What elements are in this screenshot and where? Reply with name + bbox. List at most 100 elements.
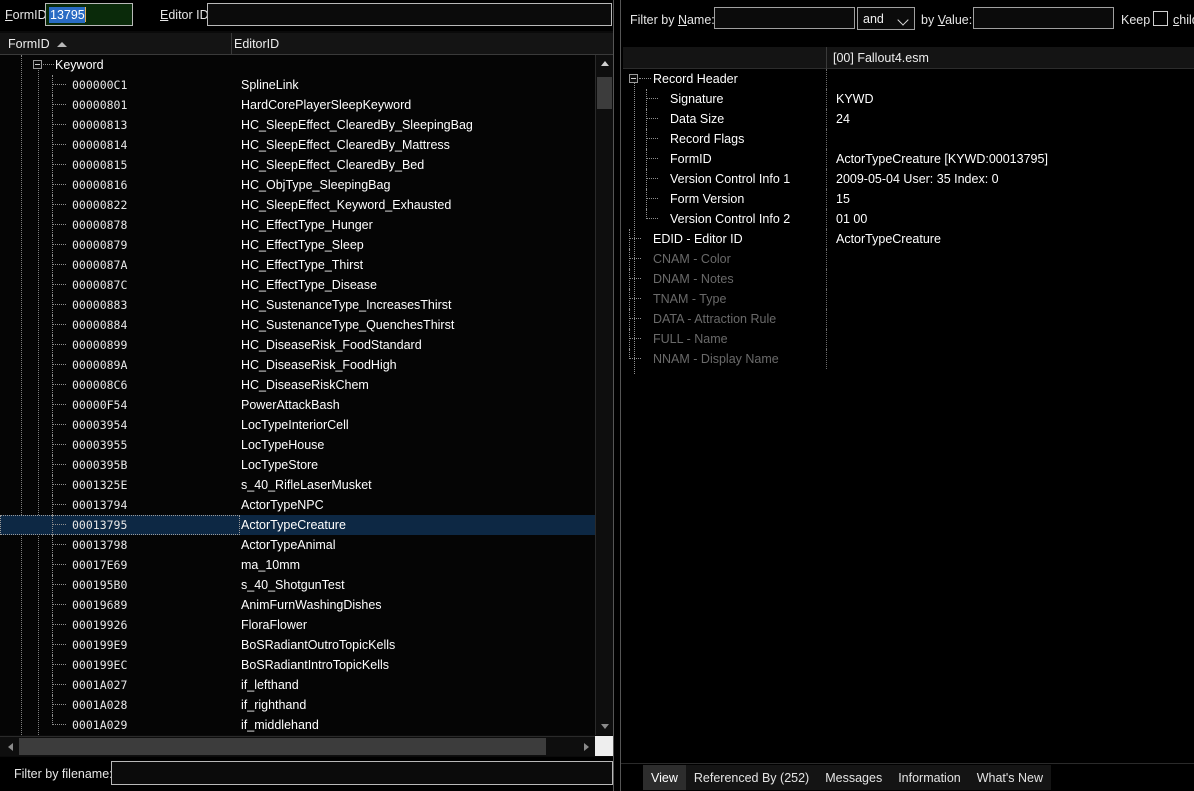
record-tree-list[interactable]: Keyword 000000C1 SplineLink 00000801 HardCo… [0, 55, 595, 735]
table-row[interactable]: 00019926 FloraFlower [0, 615, 595, 635]
detail-row[interactable]: Version Control Info 2 01 00 [623, 209, 1194, 229]
detail-row[interactable]: Version Control Info 1 2009-05-04 User: 3… [623, 169, 1194, 189]
keep-child-checkbox[interactable] [1153, 11, 1168, 26]
column-divider[interactable] [231, 33, 232, 55]
table-row[interactable]: 000008C6 HC_DiseaseRiskChem [0, 375, 595, 395]
scroll-left-arrow-icon[interactable] [2, 737, 19, 756]
table-row[interactable]: 000199E9 BoSRadiantOutroTopicKells [0, 635, 595, 655]
table-row[interactable]: 000199EC BoSRadiantIntroTopicKells [0, 655, 595, 675]
table-row[interactable]: 00003954 LocTypeInteriorCell [0, 415, 595, 435]
table-row[interactable]: 00000813 HC_SleepEffect_ClearedBy_Sleepin… [0, 115, 595, 135]
table-row[interactable]: 00000822 HC_SleepEffect_Keyword_Exhausted [0, 195, 595, 215]
cell-formid: 00003954 [72, 418, 128, 432]
editorid-input[interactable] [207, 3, 612, 26]
table-row[interactable]: 00000801 HardCorePlayerSleepKeyword [0, 95, 595, 115]
tree-dash [52, 364, 66, 366]
column-divider [826, 169, 827, 189]
table-row[interactable]: 00000816 HC_ObjType_SleepingBag [0, 175, 595, 195]
tab-view[interactable]: View [643, 765, 686, 790]
table-row[interactable]: 00013794 ActorTypeNPC [0, 495, 595, 515]
detail-row[interactable]: Record Header [623, 69, 1194, 89]
table-row[interactable]: 0001A029 if_middlehand [0, 715, 595, 735]
table-row[interactable]: 000195B0 s_40_ShotgunTest [0, 575, 595, 595]
cell-formid: 0001325E [72, 478, 128, 492]
column-divider [826, 329, 827, 349]
bottom-tab-bar[interactable]: View Referenced By (252) Messages Informati… [621, 763, 1194, 791]
table-row[interactable]: 000000C1 SplineLink [0, 75, 595, 95]
detail-row[interactable]: Record Flags [623, 129, 1194, 149]
table-row[interactable]: 00000878 HC_EffectType_Hunger [0, 215, 595, 235]
tree-group-row[interactable]: Keyword [0, 55, 595, 75]
detail-row-label: Signature [670, 92, 724, 106]
table-row[interactable]: 00000899 HC_DiseaseRisk_FoodStandard [0, 335, 595, 355]
column-header-editorid[interactable]: EditorID [234, 37, 279, 51]
table-row[interactable]: 0001A027 if_lefthand [0, 675, 595, 695]
keep-label: Keep [1121, 13, 1151, 27]
list-column-header: FormID EditorID [0, 33, 613, 55]
detail-row[interactable]: NNAM - Display Name [623, 349, 1194, 369]
cell-editorid: HardCorePlayerSleepKeyword [241, 98, 412, 112]
table-row[interactable]: 0000087A HC_EffectType_Thirst [0, 255, 595, 275]
pane-splitter[interactable] [613, 0, 621, 791]
detail-row[interactable]: FULL - Name [623, 329, 1194, 349]
tree-dash [52, 684, 66, 686]
formid-input-value: 13795 [49, 6, 85, 23]
detail-row[interactable]: TNAM - Type [623, 289, 1194, 309]
tree-dash [629, 238, 641, 240]
filter-by-value-input[interactable] [973, 7, 1114, 29]
table-row[interactable]: 0001A028 if_righthand [0, 695, 595, 715]
table-row[interactable]: 00013798 ActorTypeAnimal [0, 535, 595, 555]
tab-what-s-new[interactable]: What's New [968, 765, 1052, 790]
table-row[interactable]: 00000815 HC_SleepEffect_ClearedBy_Bed [0, 155, 595, 175]
formid-input[interactable]: 13795 [45, 3, 133, 26]
column-divider[interactable] [826, 47, 827, 69]
filter-operator-select[interactable]: and [857, 7, 915, 30]
detail-row[interactable]: Signature KYWD [623, 89, 1194, 109]
detail-row[interactable]: DATA - Attraction Rule [623, 309, 1194, 329]
detail-row[interactable]: DNAM - Notes [623, 269, 1194, 289]
list-vertical-scrollbar[interactable] [595, 55, 613, 735]
horizontal-scroll-thumb[interactable] [19, 738, 546, 755]
tab-information[interactable]: Information [890, 765, 969, 790]
cell-formid: 00000899 [72, 338, 128, 352]
table-row[interactable]: 00000814 HC_SleepEffect_ClearedBy_Mattres… [0, 135, 595, 155]
table-row[interactable]: 00019689 AnimFurnWashingDishes [0, 595, 595, 615]
record-detail-tree[interactable]: Record Header Signature KYWD Data Size 24 Rec… [623, 69, 1194, 749]
left-pane: FormID 13795 Editor ID FormID EditorID K… [0, 0, 617, 791]
list-horizontal-scrollbar[interactable] [0, 736, 613, 756]
collapse-expander-icon[interactable] [33, 60, 42, 69]
table-row[interactable]: 00000883 HC_SustenanceType_IncreasesThirs… [0, 295, 595, 315]
column-divider [826, 189, 827, 209]
table-row[interactable]: 00000879 HC_EffectType_Sleep [0, 235, 595, 255]
table-row[interactable]: 00017E69 ma_10mm [0, 555, 595, 575]
scroll-down-arrow-icon[interactable] [596, 718, 613, 735]
scroll-right-arrow-icon[interactable] [578, 737, 595, 756]
scroll-up-arrow-icon[interactable] [596, 55, 613, 72]
tree-dash [629, 318, 641, 320]
cell-formid: 00000815 [72, 158, 128, 172]
table-row[interactable]: 0000395B LocTypeStore [0, 455, 595, 475]
plugin-file-name[interactable]: [00] Fallout4.esm [833, 51, 929, 65]
detail-row[interactable]: EDID - Editor ID ActorTypeCreature [623, 229, 1194, 249]
table-row[interactable]: 00003955 LocTypeHouse [0, 435, 595, 455]
filter-by-name-input[interactable] [714, 7, 855, 29]
tab-referenced-by-252[interactable]: Referenced By (252) [685, 765, 818, 790]
vertical-scroll-thumb[interactable] [597, 77, 612, 109]
detail-row-value: ActorTypeCreature [836, 232, 941, 246]
detail-row-value: KYWD [836, 92, 874, 106]
table-row[interactable]: 0001325E s_40_RifleLaserMusket [0, 475, 595, 495]
detail-row[interactable]: CNAM - Color [623, 249, 1194, 269]
collapse-expander-icon[interactable] [629, 74, 638, 83]
table-row[interactable]: 00013795 ActorTypeCreature [0, 515, 595, 535]
table-row[interactable]: 00000F54 PowerAttackBash [0, 395, 595, 415]
table-row[interactable]: 00000884 HC_SustenanceType_QuenchesThirst [0, 315, 595, 335]
filter-operator-value: and [863, 11, 884, 26]
filter-by-filename-input[interactable] [111, 761, 613, 785]
tab-messages[interactable]: Messages [817, 765, 891, 790]
table-row[interactable]: 0000087C HC_EffectType_Disease [0, 275, 595, 295]
table-row[interactable]: 0000089A HC_DiseaseRisk_FoodHigh [0, 355, 595, 375]
detail-row[interactable]: FormID ActorTypeCreature [KYWD:00013795] [623, 149, 1194, 169]
column-header-formid[interactable]: FormID [8, 37, 50, 51]
detail-row[interactable]: Data Size 24 [623, 109, 1194, 129]
detail-row[interactable]: Form Version 15 [623, 189, 1194, 209]
